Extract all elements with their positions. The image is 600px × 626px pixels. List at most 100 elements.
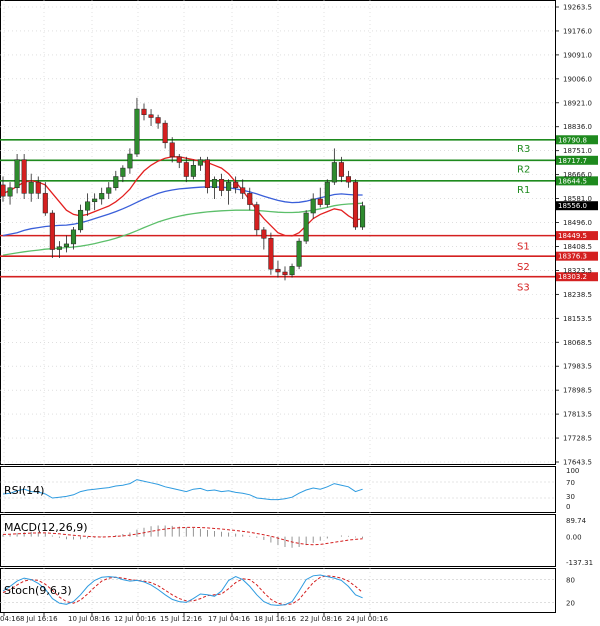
candle-body <box>141 108 147 115</box>
rsi-tick-label: 0 <box>566 503 570 511</box>
candle-body <box>247 193 253 205</box>
level-tag-text-r2: 18717.7 <box>558 157 587 165</box>
time-tick-label: 24 Jul 00:16 <box>346 615 389 623</box>
candle-body <box>268 238 274 270</box>
candle-body <box>148 114 154 118</box>
candle-body <box>99 193 105 200</box>
rsi-panel: 100 70 30 0 <box>0 467 579 511</box>
candle-body <box>176 156 182 163</box>
time-tick-label: 12 Jul 00:16 <box>114 615 157 623</box>
candle-body <box>162 122 168 144</box>
level-label-s2: S2 <box>517 262 530 273</box>
candle-body <box>56 246 62 250</box>
candle-body <box>70 229 77 245</box>
stoch-label: Stoch(9,6,3) <box>4 584 72 597</box>
candle-body <box>296 240 302 267</box>
level-tag-text-r3: 18790.8 <box>558 136 587 144</box>
candle-body <box>226 181 232 191</box>
price-tick-label: 19006.0 <box>563 75 592 83</box>
candle-body <box>190 165 196 177</box>
time-tick-label: 10 Jul 08:16 <box>68 615 111 623</box>
price-tick-label: 18408.5 <box>563 243 592 251</box>
price-tick-label: 18496.0 <box>563 219 592 227</box>
price-tick-label: 18581.0 <box>563 195 592 203</box>
level-label-s1: S1 <box>517 242 530 253</box>
candle-body <box>345 176 351 183</box>
candle-body <box>317 198 323 205</box>
level-label-r2: R2 <box>517 164 530 175</box>
macd-tick-label: -137.31 <box>566 559 593 567</box>
candle-body <box>211 179 218 188</box>
rsi-tick-label: 70 <box>566 479 575 487</box>
candle-body <box>289 266 295 276</box>
price-tick-label: 17813.5 <box>563 411 592 419</box>
candle-body <box>360 205 366 228</box>
price-tick-label: 18836.0 <box>563 123 592 131</box>
current-price-text: 18556.0 <box>558 202 587 210</box>
price-tick-label: 18068.5 <box>563 339 592 347</box>
time-tick-label: 15 Jul 12:16 <box>160 615 203 623</box>
time-tick-label: 04:16 <box>0 615 21 623</box>
time-tick-label: 17 Jul 04:16 <box>208 615 251 623</box>
candle-body <box>85 201 91 211</box>
price-tick-label: 19091.0 <box>563 51 592 59</box>
candle-body <box>155 117 161 124</box>
candle-body <box>21 159 27 194</box>
time-tick-label: 22 Jul 08:16 <box>300 615 343 623</box>
chart-canvas: R318790.8R218717.7R118644.5S118449.5S218… <box>0 0 598 623</box>
price-tick-label: 18751.0 <box>563 147 592 155</box>
candle-body <box>338 162 344 177</box>
candle-body <box>7 187 13 197</box>
rsi-tick-label: 30 <box>566 493 575 501</box>
level-tag-text-s1: 18449.5 <box>558 232 587 240</box>
candle-body <box>183 162 189 177</box>
price-tick-label: 18323.5 <box>563 267 592 275</box>
candle-body <box>310 198 316 214</box>
candle-body <box>35 181 41 194</box>
rsi-tick-label: 100 <box>566 467 579 475</box>
rsi-panel-frame <box>0 466 556 513</box>
candle-body <box>352 181 359 228</box>
price-tick-label: 18921.0 <box>563 99 592 107</box>
candle-body <box>233 181 239 188</box>
price-tick-label: 19263.5 <box>563 4 592 12</box>
price-tick-label: 18153.5 <box>563 315 592 323</box>
candle-body <box>331 162 337 183</box>
candle-body <box>113 176 119 188</box>
macd-tick-label: 89.74 <box>566 517 587 525</box>
candle-body <box>197 159 203 166</box>
price-tick-label: 17983.5 <box>563 363 592 371</box>
candle-body <box>63 243 70 247</box>
candle-body <box>324 181 330 205</box>
price-tick-label: 17728.5 <box>563 435 592 443</box>
macd-panel: 89.74 0.00 -137.31 <box>2 517 593 567</box>
candle-body <box>0 184 6 197</box>
candle-body <box>169 142 175 158</box>
stoch-tick-label: 20 <box>566 599 575 607</box>
level-tag-text-s2: 18376.3 <box>558 253 587 261</box>
time-tick-label: 8 Jul 16:16 <box>20 615 58 623</box>
candle-body <box>254 204 260 231</box>
candle-body <box>78 209 84 231</box>
candle-body <box>219 179 225 191</box>
candle-body <box>120 167 126 177</box>
stoch-tick-label: 80 <box>566 577 575 585</box>
candle-body <box>14 159 20 188</box>
time-tick-label: 18 Jul 16:16 <box>254 615 297 623</box>
level-label-r1: R1 <box>517 185 530 196</box>
candle-body <box>275 268 281 273</box>
candle-body <box>204 159 210 188</box>
candle-body <box>127 153 133 169</box>
candle-body <box>106 187 112 194</box>
level-label-r3: R3 <box>517 144 530 155</box>
candle-body <box>134 108 140 155</box>
rsi-line <box>2 479 363 501</box>
candle-body <box>92 198 98 203</box>
rsi-label: RSI(14) <box>4 484 44 497</box>
candle-body <box>28 181 34 194</box>
price-tick-label: 17643.5 <box>563 459 592 467</box>
macd-tick-label: 0.00 <box>566 534 582 542</box>
candle-body <box>49 212 55 250</box>
macd-label: MACD(12,26,9) <box>4 521 88 534</box>
stoch-panel: 80 20 <box>0 574 575 607</box>
